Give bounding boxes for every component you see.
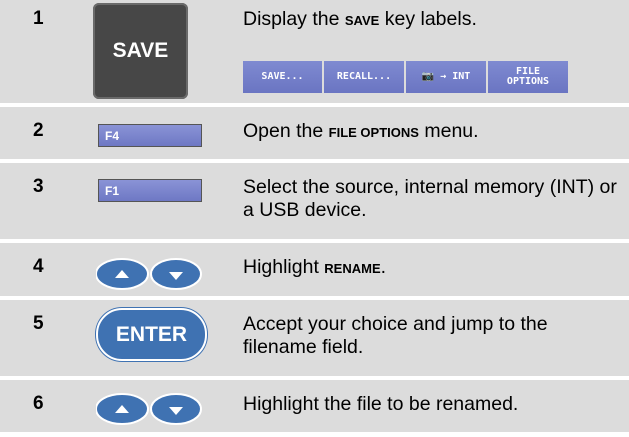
step-text: Display the SAVE key labels. xyxy=(243,8,623,32)
step-row-3: 3 F1 Select the source, internal memory … xyxy=(0,163,629,239)
softkey-save: SAVE... xyxy=(243,61,322,93)
softkey-screenshot-to-int: 📷 → INT xyxy=(406,61,486,93)
step-text-pre: Highlight xyxy=(243,256,325,278)
step-text-post: . xyxy=(380,256,387,278)
up-arrow-key-icon xyxy=(96,393,149,425)
step-text: Highlight the file to be renamed. xyxy=(243,393,519,415)
step-text: Accept your choice and jump to the filen… xyxy=(243,313,548,358)
softkey-screenshot-label: 📷 → INT xyxy=(421,71,471,82)
f4-key-icon: F4 xyxy=(98,124,202,147)
step-row-1: 1 SAVE Display the SAVE key labels. SAVE… xyxy=(0,0,629,103)
step-row-2: 2 F4 Open the FILE OPTIONS menu. xyxy=(0,107,629,159)
down-arrow-key-icon xyxy=(150,258,202,290)
step-number: 2 xyxy=(33,120,44,141)
step-number: 4 xyxy=(33,256,44,277)
step-text: Select the source, internal memory (INT)… xyxy=(243,176,617,221)
softkey-file-options: FILE OPTIONS xyxy=(488,61,568,93)
softkey-recall: RECALL... xyxy=(324,61,404,93)
step-text-post: key labels. xyxy=(379,8,477,30)
arrow-keys-icon xyxy=(96,258,202,290)
arrow-keys-icon xyxy=(96,393,202,425)
step-number: 1 xyxy=(33,8,44,29)
softkey-file-line2: OPTIONS xyxy=(506,76,550,87)
down-arrow-key-icon xyxy=(150,393,202,425)
softkey-labels: SAVE... RECALL... 📷 → INT FILE OPTIONS xyxy=(243,61,568,93)
step-text: Highlight RENAME. xyxy=(243,256,623,280)
step-row-4: 4 Highlight RENAME. xyxy=(0,243,629,296)
f1-key-icon: F1 xyxy=(98,179,202,202)
step-text-pre: Open the xyxy=(243,120,329,142)
step-number: 5 xyxy=(33,313,44,334)
step-row-6: 6 Highlight the file to be renamed. xyxy=(0,380,629,432)
up-arrow-key-icon xyxy=(96,258,149,290)
enter-key-icon: ENTER xyxy=(96,308,207,361)
step-text: Open the FILE OPTIONS menu. xyxy=(243,120,623,144)
step-text-post: menu. xyxy=(418,120,479,142)
key-name: FILE OPTIONS xyxy=(328,125,419,140)
step-row-5: 5 ENTER Accept your choice and jump to t… xyxy=(0,300,629,376)
step-number: 6 xyxy=(33,393,44,414)
save-key-label: SAVE xyxy=(112,39,169,62)
step-text-pre: Display the xyxy=(243,8,345,30)
step-number: 3 xyxy=(33,176,44,197)
key-name: RENAME xyxy=(324,261,381,276)
key-name: SAVE xyxy=(344,13,380,28)
save-key-icon: SAVE xyxy=(93,3,188,99)
